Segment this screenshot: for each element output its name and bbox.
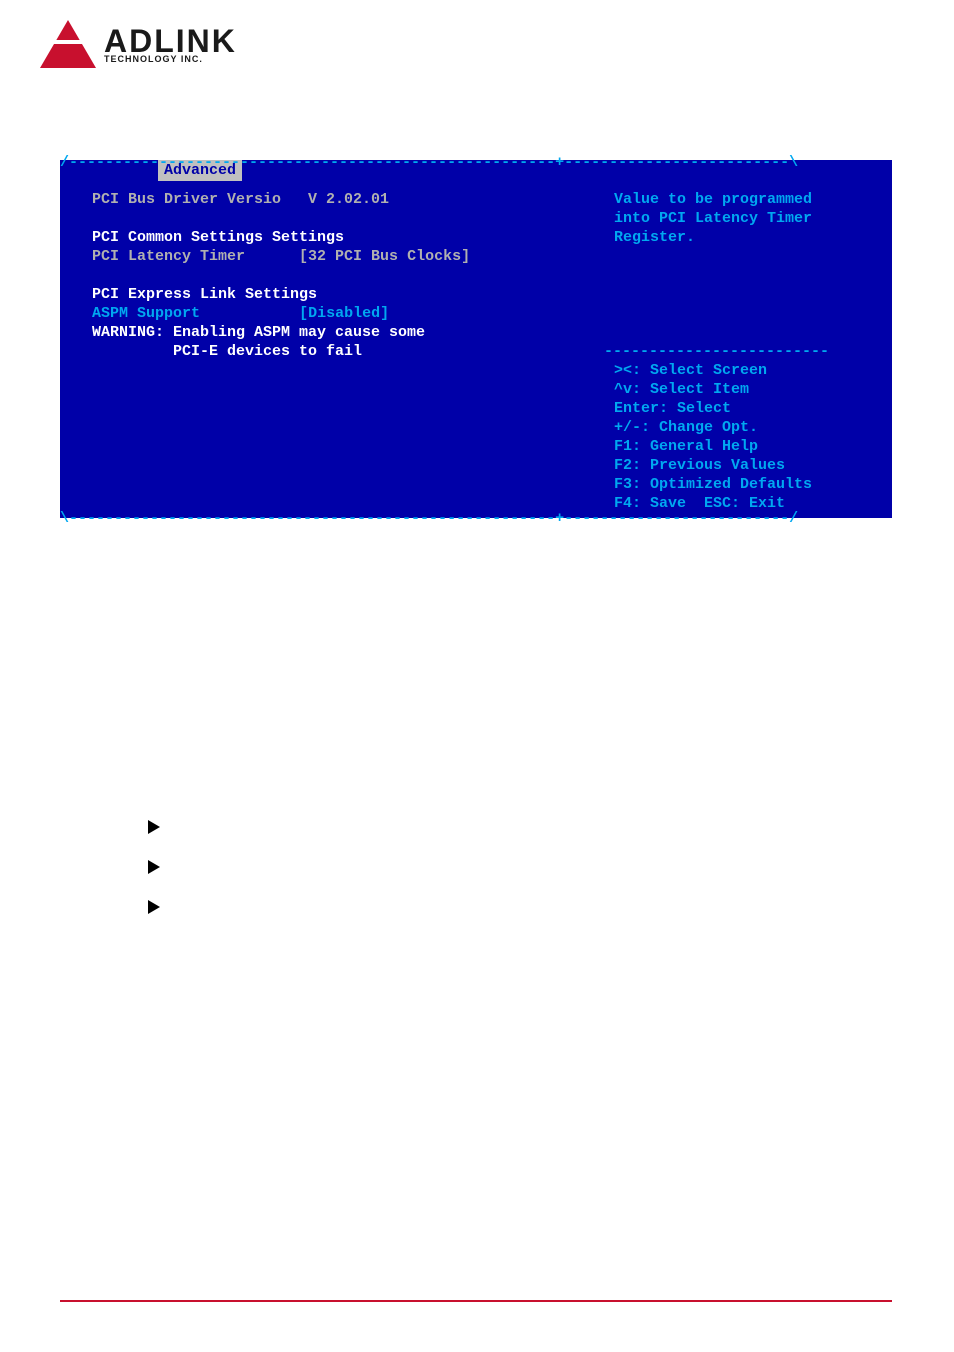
blank-line — [604, 304, 888, 323]
logo-sub-text: TECHNOLOGY INC. — [104, 55, 237, 64]
nav-select-item: ^v: Select Item — [604, 380, 888, 399]
box-border-top: /---------------------------------------… — [60, 155, 892, 170]
logo-brand-text: ADLINK — [104, 25, 237, 57]
triangle-bullet-icon — [148, 900, 160, 914]
triangle-bullet-icon — [148, 820, 160, 834]
blank-line — [64, 209, 596, 228]
warning-text-2: PCI-E devices to fail — [64, 342, 596, 361]
bullet-list — [148, 820, 160, 940]
help-text: Register. — [604, 228, 888, 247]
settings-panel: PCI Bus Driver Versio V 2.02.01 PCI Comm… — [60, 182, 600, 518]
pci-bus-driver-version: PCI Bus Driver Versio V 2.02.01 — [64, 190, 596, 209]
section-pci-express: PCI Express Link Settings — [64, 285, 596, 304]
help-text: Value to be programmed — [604, 190, 888, 209]
logo-mark-icon — [40, 20, 96, 68]
help-panel: Value to be programmed into PCI Latency … — [600, 182, 892, 518]
panel-divider: ------------------------- — [604, 342, 888, 361]
warning-text-1: WARNING: Enabling ASPM may cause some — [64, 323, 596, 342]
blank-line — [604, 247, 888, 266]
help-text: into PCI Latency Timer — [604, 209, 888, 228]
setting-pci-latency-timer[interactable]: PCI Latency Timer [32 PCI Bus Clocks] — [64, 247, 596, 266]
brand-logo: ADLINK TECHNOLOGY INC. — [40, 20, 237, 68]
bios-setup-screen: Advanced /------------------------------… — [60, 160, 892, 518]
nav-optimized-defaults: F3: Optimized Defaults — [604, 475, 888, 494]
blank-line — [64, 266, 596, 285]
blank-line — [604, 266, 888, 285]
setting-aspm-support[interactable]: ASPM Support [Disabled] — [64, 304, 596, 323]
nav-enter: Enter: Select — [604, 399, 888, 418]
nav-previous-values: F2: Previous Values — [604, 456, 888, 475]
blank-line — [604, 285, 888, 304]
nav-general-help: F1: General Help — [604, 437, 888, 456]
triangle-bullet-icon — [148, 860, 160, 874]
box-border-bottom: \---------------------------------------… — [60, 511, 798, 526]
footer-divider — [60, 1300, 892, 1302]
section-pci-common: PCI Common Settings Settings — [64, 228, 596, 247]
nav-change-opt: +/-: Change Opt. — [604, 418, 888, 437]
blank-line — [604, 323, 888, 342]
nav-select-screen: ><: Select Screen — [604, 361, 888, 380]
